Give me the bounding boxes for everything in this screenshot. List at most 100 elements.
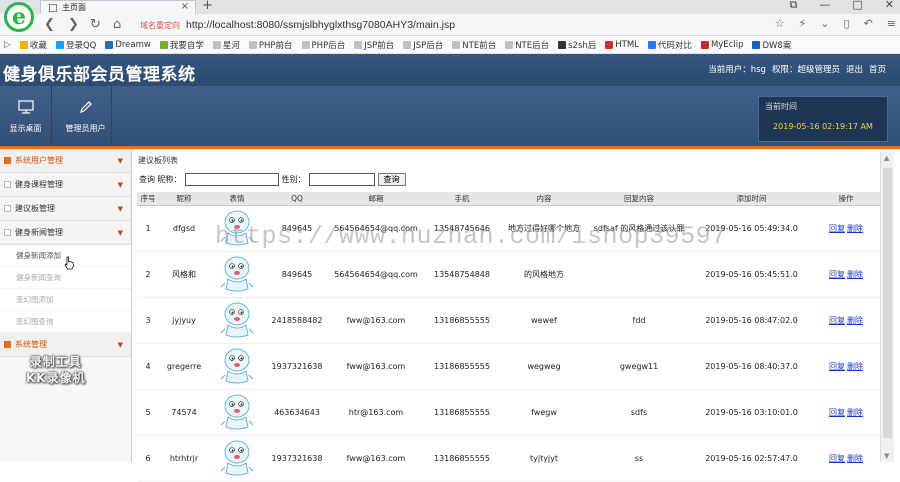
reply-link[interactable]: 回复 (829, 270, 845, 279)
chevron-down-icon[interactable]: ⌄ (820, 17, 829, 30)
bookmark-icon (248, 40, 257, 49)
cell-phone: 13186855555 (423, 435, 501, 482)
bookmark-label: 收藏 (29, 40, 47, 51)
cell-phone: 13548745646 (423, 205, 501, 252)
bookmark-item[interactable]: NTE后台 (505, 39, 549, 51)
refresh-icon[interactable]: ↻ (90, 17, 101, 32)
tablet-icon[interactable]: ▯ (844, 17, 850, 30)
bookmark-label: NTE后台 (515, 40, 550, 51)
home-icon[interactable]: ⌂ (113, 17, 121, 32)
bookmark-item[interactable]: DW8案 (752, 39, 791, 51)
bookmark-icon (605, 40, 614, 49)
logout-link[interactable]: 退出 (846, 63, 863, 75)
column-header: 回复内容 (587, 192, 691, 206)
forward-icon[interactable]: ❯ (68, 17, 79, 32)
bookmark-item[interactable]: 登录QQ (55, 39, 96, 51)
cell-no: 2 (137, 251, 159, 298)
browser-tab[interactable]: 主页面 × (40, 0, 196, 14)
delete-link[interactable]: 删除 (847, 454, 863, 463)
delete-link[interactable]: 删除 (847, 316, 863, 325)
bookmark-item[interactable]: HTML (605, 40, 639, 50)
cell-time: 2019-05-16 05:45:51.0 (691, 251, 812, 298)
vertical-scrollbar[interactable]: ▲ ▼ (880, 152, 894, 462)
cell-content: tyjtyjyt (501, 435, 587, 482)
reply-link[interactable]: 回复 (829, 362, 845, 371)
bookmark-icon (354, 40, 363, 49)
delete-link[interactable]: 删除 (847, 362, 863, 371)
gender-input[interactable] (308, 172, 375, 186)
bookmark-item[interactable]: Dreamw (105, 40, 151, 50)
browser-logo[interactable]: e (4, 2, 34, 32)
delete-link[interactable]: 删除 (847, 408, 863, 417)
delete-link[interactable]: 删除 (847, 224, 863, 233)
sidebar-group-news[interactable]: 健身新闻管理 ▼ (0, 221, 131, 245)
bookmark-item[interactable]: NTE前台 (452, 39, 496, 51)
cell-email: fww@163.com (329, 435, 423, 482)
scroll-thumb[interactable] (883, 168, 892, 438)
show-desktop-button[interactable]: 显示桌面 (0, 86, 52, 146)
reply-link[interactable]: 回复 (829, 454, 845, 463)
main-panel: 建议板列表 查询 昵称： 性别： 查询 序号 昵称 表情 QQ 邮箱 手机 内容 回复内容 添加… (135, 152, 880, 482)
nickname-input[interactable] (184, 172, 279, 186)
chevron-down-icon: ▼ (117, 340, 123, 349)
address-field[interactable]: 域名重定向 http://localhost:8080/ssmjslbhyglx… (140, 17, 816, 33)
sidebar-item-slide-query[interactable]: 变幻图查询 (0, 311, 131, 333)
delete-link[interactable]: 删除 (847, 270, 863, 279)
bookmark-label: PHP前台 (258, 40, 293, 51)
bookmark-item[interactable]: MyEclip (700, 40, 743, 50)
bookmark-item[interactable]: JSP后台 (403, 39, 443, 51)
bookmark-item[interactable]: 收藏 (19, 39, 47, 51)
bookmark-label: 星河 (222, 40, 240, 51)
back-icon[interactable]: ❮ (44, 17, 55, 32)
sidebar-group-course[interactable]: 健身课程管理 ▼ (0, 173, 131, 197)
search-button[interactable]: 查询 (377, 172, 406, 186)
bookmark-icon (55, 40, 64, 49)
cell-reply: fdd (587, 297, 691, 344)
cell-qq: 849645 (265, 205, 329, 252)
page-icon (49, 3, 57, 12)
home-link[interactable]: 首页 (869, 63, 886, 75)
folder-icon (4, 341, 11, 348)
sidebar-group-label: 建议板管理 (15, 204, 55, 213)
bookmark-item[interactable]: PHP前台 (248, 39, 293, 51)
undo-icon[interactable]: ↶ (864, 17, 873, 30)
sidebar-group-suggest[interactable]: 建议板管理 ▼ (0, 197, 131, 221)
scroll-up-icon[interactable]: ▲ (884, 154, 889, 162)
admin-user-button[interactable]: 管理员用户 (60, 86, 112, 146)
bookmark-item[interactable]: JSP前台 (354, 39, 394, 51)
scroll-down-icon[interactable]: ▼ (884, 452, 889, 460)
cell-qq: 849645 (265, 251, 329, 298)
reply-link[interactable]: 回复 (829, 316, 845, 325)
cell-nick: jyjyuy (159, 297, 209, 344)
star-icon[interactable]: ☆ (775, 17, 785, 30)
sidebar-item-news-query[interactable]: 健身新闻查询 (0, 267, 131, 289)
sidebar-group-system-users[interactable]: 系统用户管理 ▼ (0, 149, 131, 173)
header-accent-bar (0, 146, 900, 149)
close-icon[interactable]: × (181, 1, 189, 12)
bookmark-item[interactable]: PHP后台 (301, 39, 345, 51)
lightning-icon[interactable]: ⚡ (799, 17, 807, 30)
cell-time: 2019-05-16 05:49:34.0 (691, 205, 812, 252)
panel-title: 建议板列表 (138, 156, 178, 165)
window-close-icon[interactable]: ✕ (885, 0, 894, 12)
sidebar-toggle-icon[interactable]: ▷ (4, 40, 11, 50)
cell-reply (587, 251, 691, 298)
bookmark-item[interactable]: s2sh后 (558, 39, 596, 51)
bookmark-item[interactable]: 代码对比 (647, 39, 692, 51)
reply-link[interactable]: 回复 (829, 224, 845, 233)
bookmark-icon (105, 40, 114, 49)
url-text[interactable]: http://localhost:8080/ssmjslbhyglxthsg70… (186, 19, 455, 31)
bookmark-item[interactable]: 星河 (212, 39, 240, 51)
reply-link[interactable]: 回复 (829, 408, 845, 417)
bookmark-item[interactable]: 我要自学 (159, 39, 204, 51)
cell-time: 2019-05-16 08:47:02.0 (691, 297, 812, 344)
chevron-down-icon: ▼ (117, 204, 123, 213)
menu-icon[interactable]: ≡ (887, 17, 896, 30)
minimize-icon[interactable]: — (819, 0, 830, 12)
sidebar-item-slide-add[interactable]: 变幻图添加 (0, 289, 131, 311)
address-bar-row: ❮ ❯ ↻ ⌂ 域名重定向 http://localhost:8080/ssmj… (0, 14, 900, 36)
maximize-icon[interactable]: □ (852, 0, 862, 12)
restore-icon[interactable]: ⧉ (790, 0, 798, 12)
bookmark-icon (301, 40, 310, 49)
new-tab-button[interactable]: + (202, 0, 213, 13)
